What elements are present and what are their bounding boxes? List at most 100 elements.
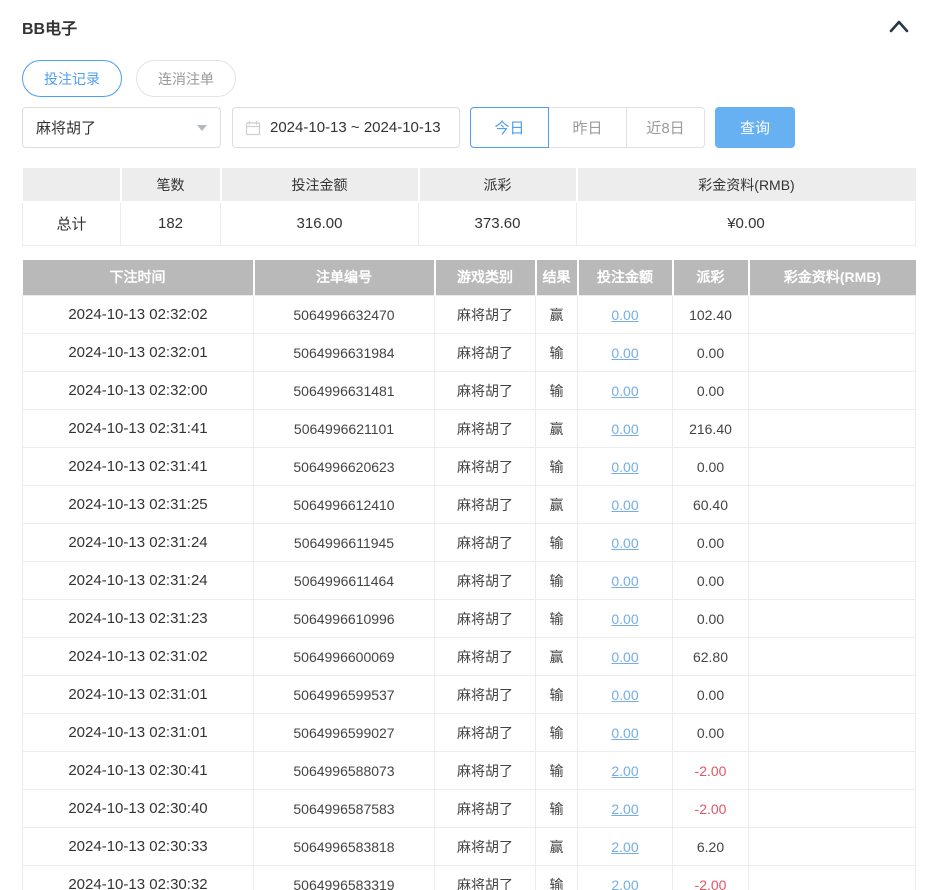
payout-cell: 6.20 [672, 827, 749, 866]
result-cell: 输 [535, 675, 578, 714]
bet-amount-link[interactable]: 0.00 [611, 307, 638, 323]
summary-total-bet-amount: 316.00 [220, 201, 419, 246]
payout-cell: 0.00 [672, 713, 749, 752]
jackpot-cell [748, 561, 916, 600]
bet-amount-link[interactable]: 0.00 [611, 345, 638, 361]
records-header-bet-amount: 投注金额 [577, 259, 674, 296]
bet-amount-link[interactable]: 0.00 [611, 649, 638, 665]
bet-amount-link[interactable]: 0.00 [611, 497, 638, 513]
game-type-cell: 麻将胡了 [434, 599, 536, 638]
order-number-cell: 5064996583319 [253, 865, 435, 890]
result-cell: 赢 [535, 637, 578, 676]
bet-time-cell: 2024-10-13 02:32:02 [22, 295, 254, 334]
summary-header-payout: 派彩 [418, 168, 578, 202]
bet-amount-link[interactable]: 0.00 [611, 725, 638, 741]
bet-amount-link[interactable]: 0.00 [611, 687, 638, 703]
tab-label: 连消注单 [158, 70, 214, 87]
bet-amount-link[interactable]: 0.00 [611, 573, 638, 589]
tab-cancelled-orders[interactable]: 连消注单 [136, 60, 236, 97]
yesterday-button[interactable]: 昨日 [548, 107, 627, 148]
table-row: 2024-10-13 02:30:33 5064996583818 麻将胡了赢 2.0… [22, 827, 916, 866]
quick-range-button-group: 今日 昨日 近8日 [470, 107, 705, 148]
bet-time-cell: 2024-10-13 02:32:01 [22, 333, 254, 372]
bet-amount-link[interactable]: 2.00 [611, 763, 638, 779]
result-cell: 输 [535, 713, 578, 752]
payout-cell: 62.80 [672, 637, 749, 676]
table-row: 2024-10-13 02:30:32 5064996583319 麻将胡了输 2.0… [22, 865, 916, 890]
records-header-game-type: 游戏类别 [434, 259, 537, 296]
bet-amount-link[interactable]: 0.00 [611, 535, 638, 551]
table-row: 2024-10-13 02:30:41 5064996588073 麻将胡了输 2.0… [22, 751, 916, 790]
payout-cell: 102.40 [672, 295, 749, 334]
jackpot-cell [748, 371, 916, 410]
payout-cell: -2.00 [672, 751, 749, 790]
bet-amount-cell: 0.00 [577, 713, 673, 752]
bet-amount-link[interactable]: 0.00 [611, 383, 638, 399]
bet-amount-link[interactable]: 2.00 [611, 801, 638, 817]
result-cell: 输 [535, 561, 578, 600]
game-type-cell: 麻将胡了 [434, 485, 536, 524]
result-cell: 输 [535, 333, 578, 372]
order-number-cell: 5064996599537 [253, 675, 435, 714]
filter-toolbar: 麻将胡了 2024-10-13 ~ 2024-10-13 今日 昨日 近8日 查… [22, 107, 916, 148]
bet-amount-cell: 0.00 [577, 599, 673, 638]
bet-amount-cell: 0.00 [577, 523, 673, 562]
records-table: 下注时间 注单编号 游戏类别 结果 投注金额 派彩 彩金资料(RMB) 2024… [22, 259, 916, 890]
game-type-cell: 麻将胡了 [434, 371, 536, 410]
table-row: 2024-10-13 02:30:40 5064996587583 麻将胡了输 2.0… [22, 789, 916, 828]
bet-amount-link[interactable]: 0.00 [611, 611, 638, 627]
game-type-cell: 麻将胡了 [434, 447, 536, 486]
payout-cell: 0.00 [672, 561, 749, 600]
bet-time-cell: 2024-10-13 02:31:25 [22, 485, 254, 524]
summary-total-row: 总计 182 316.00 373.60 ¥0.00 [22, 201, 916, 246]
game-type-cell: 麻将胡了 [434, 865, 536, 890]
jackpot-cell [748, 789, 916, 828]
table-row: 2024-10-13 02:31:23 5064996610996 麻将胡了输 0.0… [22, 599, 916, 638]
bet-time-cell: 2024-10-13 02:30:41 [22, 751, 254, 790]
bet-time-cell: 2024-10-13 02:31:41 [22, 447, 254, 486]
result-cell: 输 [535, 371, 578, 410]
bet-time-cell: 2024-10-13 02:30:33 [22, 827, 254, 866]
game-type-cell: 麻将胡了 [434, 333, 536, 372]
game-type-cell: 麻将胡了 [434, 827, 536, 866]
bet-amount-cell: 0.00 [577, 675, 673, 714]
bet-amount-link[interactable]: 0.00 [611, 421, 638, 437]
query-button[interactable]: 查询 [715, 107, 795, 148]
jackpot-cell [748, 523, 916, 562]
last-8-days-button[interactable]: 近8日 [626, 107, 705, 148]
order-number-cell: 5064996599027 [253, 713, 435, 752]
order-number-cell: 5064996600069 [253, 637, 435, 676]
jackpot-cell [748, 675, 916, 714]
game-type-cell: 麻将胡了 [434, 561, 536, 600]
today-button[interactable]: 今日 [470, 107, 549, 148]
bet-amount-cell: 2.00 [577, 789, 673, 828]
game-type-cell: 麻将胡了 [434, 751, 536, 790]
game-type-cell: 麻将胡了 [434, 295, 536, 334]
bet-amount-link[interactable]: 2.00 [611, 877, 638, 890]
order-number-cell: 5064996587583 [253, 789, 435, 828]
payout-cell: -2.00 [672, 789, 749, 828]
table-row: 2024-10-13 02:32:02 5064996632470 麻将胡了赢 0.0… [22, 295, 916, 334]
jackpot-cell [748, 447, 916, 486]
date-range-value: 2024-10-13 ~ 2024-10-13 [270, 119, 441, 136]
bet-amount-link[interactable]: 2.00 [611, 839, 638, 855]
jackpot-cell [748, 713, 916, 752]
bet-amount-cell: 0.00 [577, 371, 673, 410]
bet-amount-cell: 2.00 [577, 827, 673, 866]
payout-cell: 60.40 [672, 485, 749, 524]
bet-time-cell: 2024-10-13 02:32:00 [22, 371, 254, 410]
bet-time-cell: 2024-10-13 02:31:23 [22, 599, 254, 638]
date-range-input[interactable]: 2024-10-13 ~ 2024-10-13 [232, 107, 460, 148]
game-type-select[interactable]: 麻将胡了 [22, 107, 221, 148]
result-cell: 赢 [535, 295, 578, 334]
table-row: 2024-10-13 02:31:25 5064996612410 麻将胡了赢 0.0… [22, 485, 916, 524]
bet-amount-cell: 0.00 [577, 447, 673, 486]
tab-betting-records[interactable]: 投注记录 [22, 60, 122, 97]
bet-time-cell: 2024-10-13 02:31:24 [22, 523, 254, 562]
records-header-result: 结果 [535, 259, 579, 296]
jackpot-cell [748, 599, 916, 638]
bet-amount-link[interactable]: 0.00 [611, 459, 638, 475]
jackpot-cell [748, 637, 916, 676]
chevron-down-icon [197, 124, 207, 131]
collapse-panel-button[interactable] [886, 14, 912, 40]
